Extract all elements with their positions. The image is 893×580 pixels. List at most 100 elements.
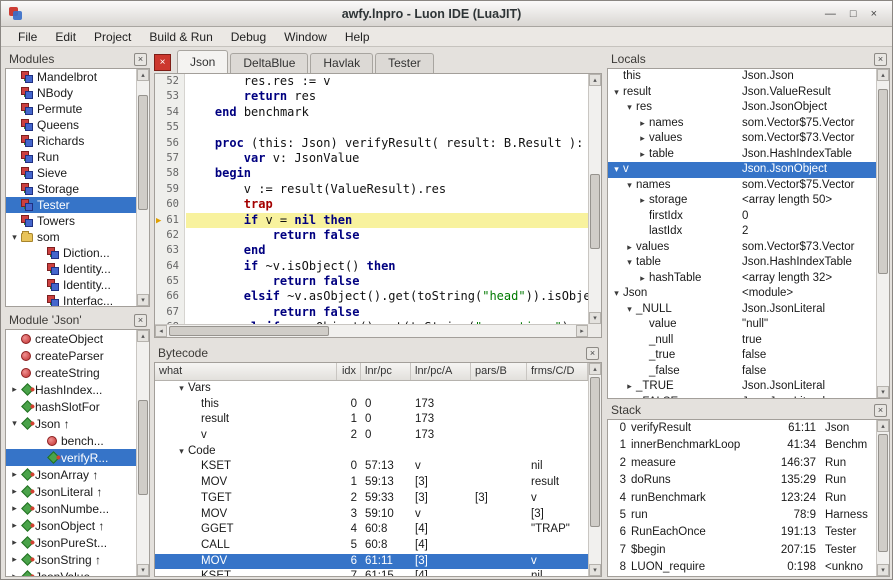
expander-icon[interactable]: ▾	[610, 85, 623, 100]
code-line[interactable]: v := result(ValueResult).res	[186, 182, 588, 197]
stack-frame[interactable]: 8 LUON_require 0:198 <unkno	[608, 559, 876, 576]
bytecode-row[interactable]: MOV 6 61:11 [3] v	[155, 553, 588, 570]
local-variable-row[interactable]: ▾ table Json.HashIndexTable	[608, 255, 876, 271]
expander-icon[interactable]: ▸	[8, 520, 21, 531]
column-header-lnr-pc-a[interactable]: lnr/pc/A	[411, 363, 471, 380]
expander-icon[interactable]: ▸	[636, 116, 649, 131]
titlebar[interactable]: awfy.lnpro - Luon IDE (LuaJIT) — □ ×	[1, 1, 892, 27]
column-header-lnr-pc[interactable]: lnr/pc	[361, 363, 411, 380]
tree-item-hashindex[interactable]: ▸ HashIndex...	[6, 381, 149, 398]
code-line[interactable]: return false	[186, 228, 588, 243]
tree-item-nbody[interactable]: NBody	[6, 85, 149, 101]
expander-icon[interactable]: ▾	[175, 381, 188, 397]
menu-item-project[interactable]: Project	[85, 28, 140, 46]
editor-close-button[interactable]: ×	[154, 54, 171, 71]
local-variable-row[interactable]: ▾ res Json.JsonObject	[608, 100, 876, 116]
editor-vertical-scrollbar[interactable]: ▴ ▾	[588, 74, 601, 324]
local-variable-row[interactable]: ▸ storage <array length 50>	[608, 193, 876, 209]
tree-item-jsonstring[interactable]: ▸ JsonString ↑	[6, 551, 149, 568]
tree-item-som[interactable]: ▾ som	[6, 229, 149, 245]
module-json-scrollbar[interactable]: ▴ ▾	[136, 330, 149, 576]
scrollbar-thumb[interactable]	[590, 174, 600, 249]
local-variable-row[interactable]: _false false	[608, 364, 876, 380]
maximize-button[interactable]: □	[843, 2, 864, 26]
expander-icon[interactable]: ▾	[8, 418, 21, 429]
tree-item-jsonpurest[interactable]: ▸ JsonPureSt...	[6, 534, 149, 551]
code-line[interactable]: if ~v.isObject() then	[186, 259, 588, 274]
expander-icon[interactable]: ▸	[623, 379, 636, 394]
tree-item-mandelbrot[interactable]: Mandelbrot	[6, 69, 149, 85]
menu-item-build-run[interactable]: Build & Run	[140, 28, 221, 46]
local-variable-row[interactable]: ▸ values som.Vector$73.Vector	[608, 131, 876, 147]
code-line[interactable]: trap	[186, 197, 588, 212]
scroll-up-icon[interactable]: ▴	[589, 363, 601, 375]
scroll-up-icon[interactable]: ▴	[137, 330, 149, 342]
local-variable-row[interactable]: ▸ hashTable <array length 32>	[608, 271, 876, 287]
expander-icon[interactable]: ▸	[8, 469, 21, 480]
scroll-up-icon[interactable]: ▴	[589, 74, 601, 86]
code-line[interactable]: return false	[186, 274, 588, 289]
code-line[interactable]: end	[186, 243, 588, 258]
bytecode-row[interactable]: KSET761:15[4]nil	[155, 569, 588, 576]
expander-icon[interactable]: ▸	[636, 193, 649, 208]
tab-deltablue[interactable]: DeltaBlue	[230, 53, 309, 73]
bytecode-row[interactable]: MOV 3 59:10 v [3]	[155, 507, 588, 523]
code-line[interactable]	[186, 120, 588, 135]
scroll-down-icon[interactable]: ▾	[589, 312, 601, 324]
editor-horizontal-scrollbar[interactable]: ◂ ▸	[155, 324, 588, 337]
local-variable-row[interactable]: this Json.Json	[608, 69, 876, 85]
menu-item-help[interactable]: Help	[336, 28, 379, 46]
tree-item-richards[interactable]: Richards	[6, 133, 149, 149]
menu-item-window[interactable]: Window	[275, 28, 336, 46]
scroll-down-icon[interactable]: ▾	[137, 294, 149, 306]
minimize-button[interactable]: —	[818, 2, 843, 26]
tree-item-jsonliteral[interactable]: ▸ JsonLiteral ↑	[6, 483, 149, 500]
bytecode-group-row[interactable]: ▾ Code	[155, 444, 588, 460]
expander-icon[interactable]: ▾	[623, 302, 636, 317]
column-header-pars-b[interactable]: pars/B	[471, 363, 527, 380]
code-line[interactable]: elsif ~v.asObject().get(toString("head")…	[186, 289, 588, 304]
expander-icon[interactable]: ▾	[175, 444, 188, 460]
local-variable-row[interactable]: ▾ v Json.JsonObject	[608, 162, 876, 178]
expander-icon[interactable]: ▾	[623, 178, 636, 193]
scrollbar-thumb[interactable]	[169, 326, 329, 336]
expander-icon[interactable]: ▸	[8, 486, 21, 497]
expander-icon[interactable]: ▸	[8, 554, 21, 565]
stack-scrollbar[interactable]: ▴ ▾	[876, 420, 889, 576]
local-variable-row[interactable]: lastIdx 2	[608, 224, 876, 240]
tree-item-createobject[interactable]: createObject	[6, 330, 149, 347]
local-variable-row[interactable]: ▸ _TRUE Json.JsonLiteral	[608, 379, 876, 395]
tab-tester[interactable]: Tester	[375, 53, 434, 73]
stack-frame[interactable]: 3 doRuns 135:29 Run	[608, 472, 876, 489]
stack-frame[interactable]: 5 run 78:9 Harness	[608, 507, 876, 524]
tab-json[interactable]: Json	[177, 50, 229, 73]
tree-item-json[interactable]: ▾ Json ↑	[6, 415, 149, 432]
expander-icon[interactable]: ▸	[636, 271, 649, 286]
scroll-down-icon[interactable]: ▾	[589, 564, 601, 576]
column-header-frms-c-d[interactable]: frms/C/D	[527, 363, 588, 380]
tree-item-run[interactable]: Run	[6, 149, 149, 165]
locals-close-button[interactable]: ×	[874, 52, 887, 66]
tree-item-storage[interactable]: Storage	[6, 181, 149, 197]
stack-frame[interactable]: 2 measure 146:37 Run	[608, 455, 876, 472]
stack-panel-header[interactable]: Stack ×	[607, 401, 890, 419]
code-line[interactable]: proc (this: Json) verifyResult( result: …	[186, 136, 588, 151]
modules-scrollbar[interactable]: ▴ ▾	[136, 69, 149, 306]
scrollbar-thumb[interactable]	[138, 95, 148, 210]
tree-item-queens[interactable]: Queens	[6, 117, 149, 133]
modules-close-button[interactable]: ×	[134, 52, 147, 66]
bytecode-row[interactable]: KSET 0 57:13 v nil	[155, 459, 588, 475]
bytecode-row[interactable]: this 0 0 173	[155, 397, 588, 413]
local-variable-row[interactable]: ▸ table Json.HashIndexTable	[608, 147, 876, 163]
bytecode-row[interactable]: TGET 2 59:33 [3] [3] v	[155, 491, 588, 507]
expander-icon[interactable]: ▸	[8, 384, 21, 395]
tree-item-tester[interactable]: Tester	[6, 197, 149, 213]
tree-item-bench[interactable]: bench...	[6, 432, 149, 449]
scroll-down-icon[interactable]: ▾	[877, 564, 889, 576]
menu-item-file[interactable]: File	[9, 28, 46, 46]
tree-item-interfac[interactable]: Interfac...	[6, 293, 149, 306]
tree-item-identity[interactable]: Identity...	[6, 277, 149, 293]
modules-panel-header[interactable]: Modules ×	[5, 50, 150, 68]
scroll-up-icon[interactable]: ▴	[137, 69, 149, 81]
bytecode-close-button[interactable]: ×	[586, 346, 599, 360]
